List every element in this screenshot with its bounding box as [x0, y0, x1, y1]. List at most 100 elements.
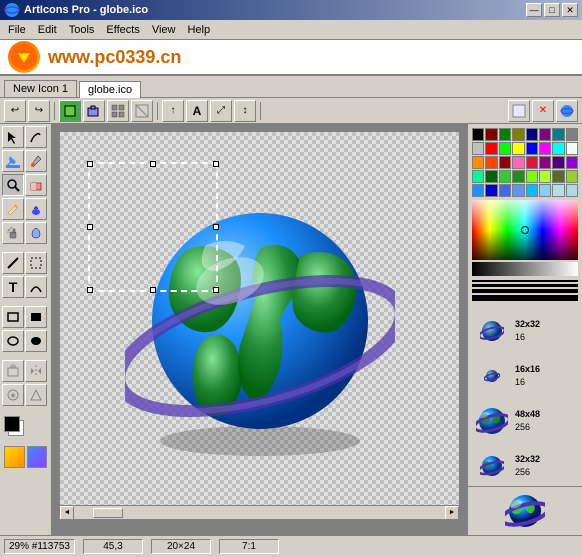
color-cell[interactable] [499, 184, 511, 197]
rect-select-tool[interactable] [25, 252, 47, 274]
gradient-swatch-2[interactable] [27, 446, 48, 468]
color-cell[interactable] [552, 156, 564, 169]
color-cell[interactable] [539, 128, 551, 141]
fg-color-swatch[interactable] [4, 416, 20, 432]
color-cell[interactable] [526, 128, 538, 141]
color-cell[interactable] [499, 156, 511, 169]
pencil-tool[interactable] [2, 198, 24, 220]
color-cell[interactable] [566, 128, 578, 141]
gradient-swatch-1[interactable] [4, 446, 25, 468]
curve-tool[interactable] [25, 276, 47, 298]
rect-tool[interactable] [2, 306, 24, 328]
color-cell[interactable] [526, 170, 538, 183]
color-cell[interactable] [499, 142, 511, 155]
color-cell[interactable] [485, 170, 497, 183]
color-cell[interactable] [472, 170, 484, 183]
paint-tool[interactable] [25, 222, 47, 244]
color-cell[interactable] [552, 184, 564, 197]
scrollbar-horizontal[interactable]: ◄ ► [60, 505, 459, 519]
color-cell[interactable] [485, 128, 497, 141]
color-cell[interactable] [552, 142, 564, 155]
scroll-track-h[interactable] [88, 508, 431, 518]
color-cell[interactable] [566, 156, 578, 169]
stroke-3px[interactable] [472, 289, 578, 293]
icon-list[interactable]: 32x32 16 16x16 16 [468, 307, 582, 486]
arrow-up-button[interactable]: ↑ [162, 100, 184, 122]
scroll-thumb-h[interactable] [93, 508, 123, 518]
color-cell[interactable] [499, 170, 511, 183]
color-cell[interactable] [499, 128, 511, 141]
ellipse-tool[interactable] [2, 330, 24, 352]
window-controls[interactable]: — □ ✕ [526, 3, 578, 17]
color-cell[interactable] [512, 128, 524, 141]
menu-view[interactable]: View [146, 22, 182, 38]
eraser-tool[interactable] [25, 174, 47, 196]
color-cell[interactable] [552, 170, 564, 183]
undo-button[interactable]: ↩ [4, 100, 26, 122]
canvas-area[interactable]: ◄ ► [52, 124, 467, 535]
color-cell[interactable] [512, 142, 524, 155]
color-cell[interactable] [472, 184, 484, 197]
color-cell[interactable] [539, 156, 551, 169]
color-cell[interactable] [472, 142, 484, 155]
color-cell[interactable] [512, 184, 524, 197]
icon-item-32-16[interactable]: 32x32 16 [470, 309, 580, 353]
canvas-inner[interactable] [60, 132, 459, 519]
icon-view-button[interactable] [508, 100, 530, 122]
icon-item-16-16[interactable]: 16x16 16 [470, 354, 580, 398]
minimize-button[interactable]: — [526, 3, 542, 17]
text-button[interactable]: A [186, 100, 208, 122]
stroke-1px[interactable] [472, 280, 578, 282]
menu-edit[interactable]: Edit [32, 22, 63, 38]
stroke-2px[interactable] [472, 284, 578, 287]
grid2-button[interactable] [131, 100, 153, 122]
special2-tool[interactable] [25, 384, 47, 406]
color-cell[interactable] [472, 156, 484, 169]
move-button[interactable]: ⤢ [210, 100, 232, 122]
close-button[interactable]: ✕ [562, 3, 578, 17]
line-tool[interactable] [2, 252, 24, 274]
export-button[interactable] [556, 100, 578, 122]
color-cell[interactable] [566, 170, 578, 183]
scroll-left-btn[interactable]: ◄ [60, 506, 74, 520]
color-black[interactable] [472, 128, 484, 141]
color-cell[interactable] [485, 156, 497, 169]
color-red[interactable] [485, 142, 497, 155]
icon-item-32-256[interactable]: 32x32 256 [470, 444, 580, 486]
color-cell[interactable] [526, 142, 538, 155]
tab-new-icon[interactable]: New Icon 1 [4, 80, 77, 97]
menu-effects[interactable]: Effects [100, 22, 145, 38]
filled-rect-tool[interactable] [25, 306, 47, 328]
scroll-right-btn[interactable]: ► [445, 506, 459, 520]
menu-help[interactable]: Help [181, 22, 216, 38]
color-cell[interactable] [539, 184, 551, 197]
zoom-tool[interactable] [2, 174, 24, 196]
icon-item-48-256[interactable]: 48x48 256 [470, 399, 580, 443]
grid-button[interactable] [107, 100, 129, 122]
special1-tool[interactable]: ★ [2, 384, 24, 406]
fill-tool[interactable] [2, 150, 24, 172]
color-cell[interactable] [485, 184, 497, 197]
spray-tool[interactable] [2, 222, 24, 244]
delete-button[interactable]: ✕ [532, 100, 554, 122]
transform-button[interactable]: ↕ [234, 100, 256, 122]
color-white[interactable] [566, 142, 578, 155]
dropper-tool[interactable] [25, 150, 47, 172]
color-cell[interactable] [539, 170, 551, 183]
text-tool[interactable]: T [2, 276, 24, 298]
color-cell[interactable] [552, 128, 564, 141]
color-gradient-picker[interactable] [472, 200, 578, 260]
new-button[interactable] [59, 100, 81, 122]
open-button[interactable] [83, 100, 105, 122]
stroke-4px[interactable] [472, 295, 578, 301]
mirror-tool[interactable] [25, 360, 47, 382]
select-tool[interactable] [2, 126, 24, 148]
color-cell[interactable] [512, 156, 524, 169]
tab-globe[interactable]: globe.ico [79, 81, 141, 98]
filled-ellipse-tool[interactable] [25, 330, 47, 352]
color-cell[interactable] [526, 156, 538, 169]
color-cell[interactable] [566, 184, 578, 197]
brush-tool[interactable] [25, 198, 47, 220]
color-cell[interactable] [512, 170, 524, 183]
gray-ramp[interactable] [472, 262, 578, 276]
